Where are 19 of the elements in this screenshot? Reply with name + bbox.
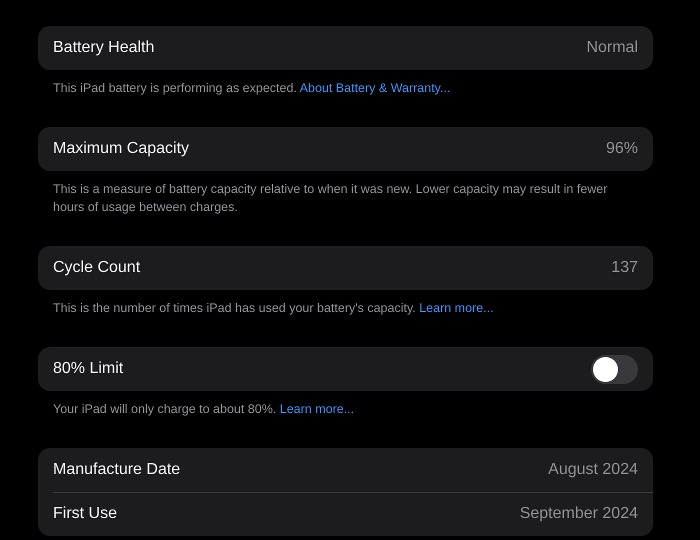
row-value: September 2024 [520, 505, 638, 523]
row-value: Normal [586, 39, 638, 57]
footer-link[interactable]: About Battery & Warranty... [300, 81, 450, 95]
row-value: 96% [606, 140, 638, 158]
row-label: Maximum Capacity [53, 140, 190, 158]
row-label: Cycle Count [53, 259, 140, 277]
footer-link[interactable]: Learn more... [280, 402, 354, 416]
row-value: 137 [611, 259, 638, 277]
row-label: Battery Health [53, 39, 154, 57]
row-value: August 2024 [548, 461, 638, 479]
row-label: Manufacture Date [53, 461, 180, 479]
row-label: 80% Limit [53, 360, 124, 378]
limit-toggle[interactable] [591, 354, 638, 384]
row-label: First Use [53, 505, 117, 523]
footer-note: This is the number of times iPad has used your battery's capacity. Learn more... [52, 300, 495, 317]
footer-note: This is a measure of battery capacity relative to when it was new. Lower capacity may result in fewer hours of usage between charges. [52, 181, 608, 216]
footer-link[interactable]: Learn more... [419, 301, 494, 315]
footer-note: Your iPad will only charge to about 80%. Learn more... [52, 401, 356, 418]
footer-note: This iPad battery is performing as expected. About Battery & Warranty... [52, 80, 452, 97]
